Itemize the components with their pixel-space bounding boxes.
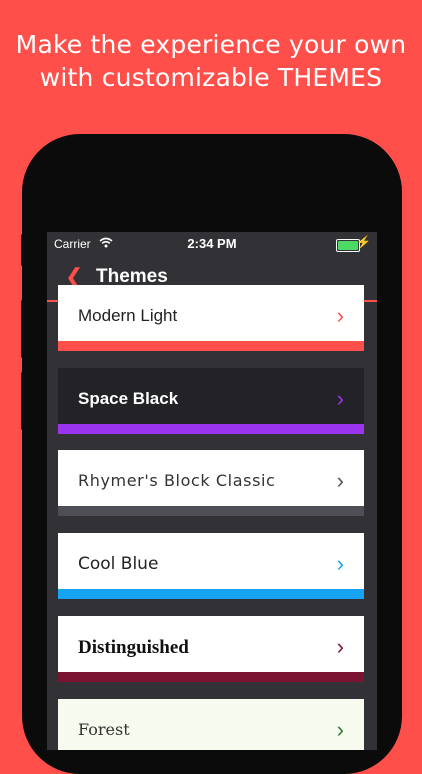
charging-icon: ⚡	[356, 235, 371, 249]
power-button	[397, 300, 401, 386]
theme-name: Forest	[78, 720, 130, 739]
chevron-right-icon: ›	[336, 303, 344, 328]
volume-down-button	[21, 372, 25, 430]
chevron-right-icon: ›	[336, 717, 344, 742]
chevron-right-icon: ›	[336, 551, 344, 576]
chevron-right-icon: ›	[336, 386, 344, 411]
promo-line-2: with customizable THEMES	[39, 63, 383, 92]
theme-card-rhymers-block-classic[interactable]: Rhymer's Block Classic ›	[58, 450, 364, 516]
theme-name: Distinguished	[78, 637, 189, 658]
status-time: 2:34 PM	[187, 236, 237, 251]
theme-card-distinguished[interactable]: Distinguished ›	[58, 616, 364, 682]
chevron-right-icon: ›	[336, 634, 344, 659]
theme-card-space-black[interactable]: Space Black ›	[58, 368, 364, 434]
theme-color-bar	[58, 672, 364, 682]
theme-card-forest[interactable]: Forest ›	[58, 699, 364, 750]
promo-headline: Make the experience your own with custom…	[0, 28, 422, 94]
status-bar: Carrier 2:34 PM ⚡	[47, 232, 377, 256]
theme-card-modern-light[interactable]: Modern Light ›	[58, 285, 364, 351]
theme-name: Rhymer's Block Classic	[78, 471, 276, 490]
theme-color-bar	[58, 424, 364, 434]
theme-name: Cool Blue	[78, 554, 159, 574]
volume-up-button	[21, 300, 25, 358]
promo-line-1: Make the experience your own	[15, 30, 407, 59]
theme-card-cool-blue[interactable]: Cool Blue ›	[58, 533, 364, 599]
theme-color-bar	[58, 341, 364, 351]
mute-switch	[21, 234, 25, 266]
theme-color-bar	[58, 506, 364, 516]
theme-name: Modern Light	[78, 306, 178, 325]
theme-name: Space Black	[78, 389, 179, 408]
chevron-right-icon: ›	[336, 468, 344, 493]
app-screen: Carrier 2:34 PM ⚡ ❮ Themes Modern Light …	[47, 232, 377, 750]
theme-color-bar	[58, 589, 364, 599]
